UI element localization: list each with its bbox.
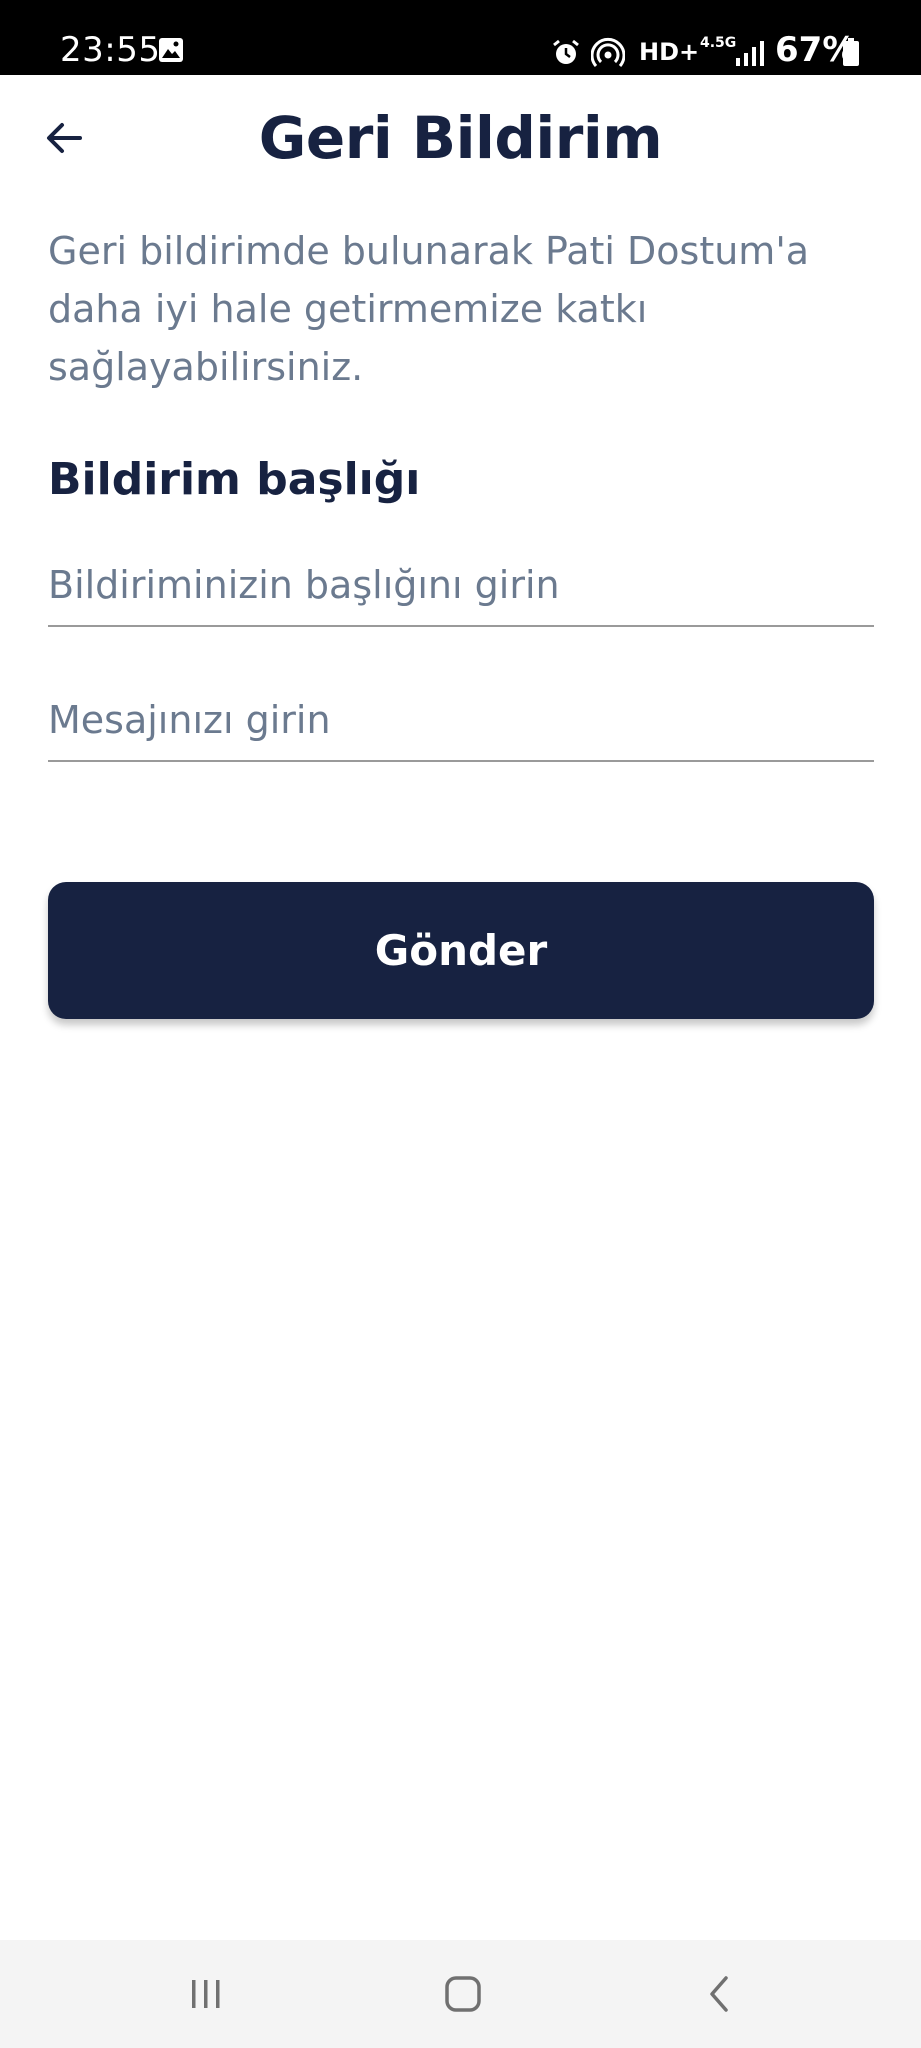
nav-back-button[interactable]	[660, 1958, 780, 2030]
home-icon	[445, 1976, 481, 2012]
status-bar: 23:55 HD+ 4.5G 67%	[0, 0, 921, 75]
navigation-bar	[0, 1940, 921, 2048]
battery-icon	[843, 38, 859, 66]
message-input[interactable]	[48, 680, 874, 760]
home-button[interactable]	[403, 1958, 523, 2030]
send-button[interactable]: Gönder	[48, 882, 874, 1019]
alarm-icon	[553, 39, 579, 64]
message-field	[48, 680, 874, 762]
image-icon	[159, 38, 183, 62]
status-time: 23:55	[60, 30, 161, 70]
section-title: Bildirim başlığı	[48, 454, 421, 505]
title-field	[48, 545, 874, 627]
network-badge: HD+	[639, 38, 700, 66]
network-type: 4.5G	[700, 35, 737, 51]
recents-button[interactable]	[146, 1958, 266, 2030]
title-input[interactable]	[48, 545, 874, 625]
back-icon	[710, 1976, 728, 2012]
hotspot-icon	[591, 37, 625, 67]
description-text: Geri bildirimde bulunarak Pati Dostum'a …	[48, 229, 810, 389]
signal-icon	[736, 41, 764, 66]
page-title: Geri Bildirim	[258, 104, 663, 172]
recents-icon	[192, 1980, 220, 2008]
